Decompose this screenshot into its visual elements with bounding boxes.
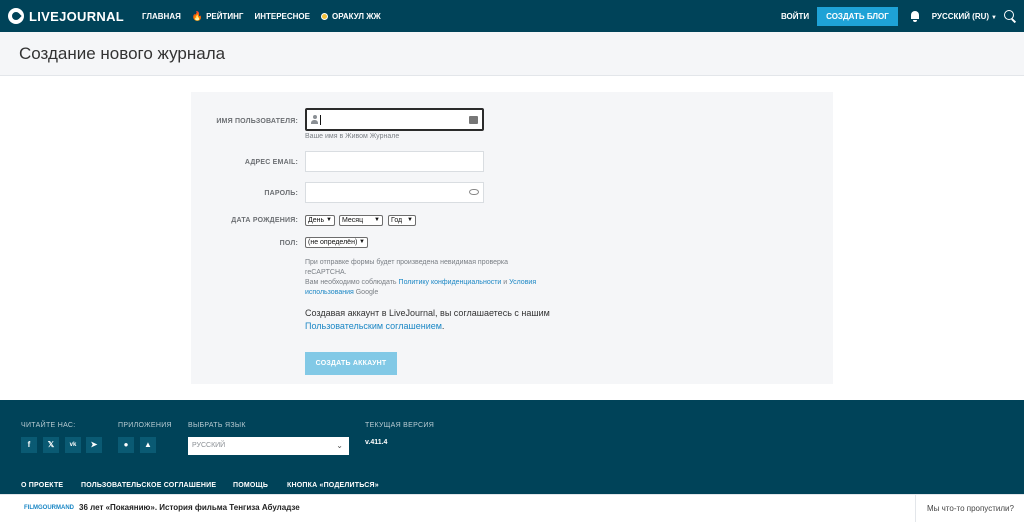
show-password-icon[interactable]: [469, 189, 479, 195]
language-switcher[interactable]: РУССКИЙ (RU) ▼: [932, 12, 997, 21]
telegram-icon[interactable]: ➤: [86, 437, 102, 453]
nav-rating-label: РЕЙТИНГ: [206, 11, 244, 21]
android-icon[interactable]: ▲: [140, 437, 156, 453]
user-agreement-link[interactable]: Пользовательским соглашением: [305, 321, 442, 331]
apps-heading: ПРИЛОЖЕНИЯ: [118, 422, 172, 429]
did-we-miss-link[interactable]: Мы что-то пропустили?: [915, 495, 1024, 522]
user-icon: [311, 115, 318, 124]
autofill-card-icon[interactable]: [469, 116, 478, 124]
chevron-down-icon: ▼: [374, 217, 380, 223]
nav-oracle-label: ОРАКУЛ ЖЖ: [331, 11, 381, 21]
footer-link-share-button[interactable]: КНОПКА «ПОДЕЛИТЬСЯ»: [287, 482, 379, 489]
bell-icon[interactable]: [910, 10, 920, 22]
gender-select[interactable]: (не определён) ▼: [305, 237, 368, 248]
read-us-heading: ЧИТАЙТЕ НАС:: [21, 422, 76, 429]
news-strip: FILMGOURMAND 36 лет «Покаянию». История …: [0, 494, 1024, 522]
privacy-policy-link[interactable]: Политику конфиденциальности: [399, 279, 502, 286]
language-select[interactable]: РУССКИЙ ⌄: [188, 437, 349, 455]
footer: ЧИТАЙТЕ НАС: ПРИЛОЖЕНИЯ ВЫБРАТЬ ЯЗЫК ТЕК…: [0, 400, 1024, 494]
password-label: ПАРОЛЬ:: [264, 190, 298, 197]
caret-down-icon: ▼: [991, 14, 997, 21]
current-version-heading: ТЕКУЩАЯ ВЕРСИЯ: [365, 422, 435, 429]
nav-oracle[interactable]: ОРАКУЛ ЖЖ: [320, 11, 381, 22]
nav-rating[interactable]: 🔥 РЕЙТИНГ: [192, 11, 244, 22]
logo-text: LIVEJOURNAL: [29, 8, 125, 24]
create-blog-button[interactable]: СОЗДАТЬ БЛОГ: [817, 6, 898, 26]
username-label: ИМЯ ПОЛЬЗОВАТЕЛЯ:: [216, 118, 298, 125]
agreement-text: Создавая аккаунт в LiveJournal, вы согла…: [305, 307, 555, 333]
fire-icon: 🔥: [191, 10, 204, 21]
top-navbar: LIVEJOURNAL ГЛАВНАЯ 🔥 РЕЙТИНГ ИНТЕРЕСНОЕ …: [0, 0, 1024, 32]
title-band: Создание нового журнала: [0, 32, 1024, 76]
livejournal-logo-icon: [8, 8, 24, 24]
gender-label: ПОЛ:: [279, 240, 298, 247]
chevron-down-icon: ▼: [359, 239, 365, 245]
recaptcha-text-2: Вам необходимо соблюдать: [305, 279, 399, 286]
email-label: АДРЕС EMAIL:: [244, 159, 298, 166]
language-label: РУССКИЙ (RU): [931, 11, 990, 21]
version-number: v.411.4: [365, 439, 388, 446]
email-input[interactable]: [305, 151, 484, 172]
signup-form: ИМЯ ПОЛЬЗОВАТЕЛЯ: Ваше имя в Живом Журна…: [191, 92, 833, 384]
oracle-icon: [320, 12, 328, 20]
choose-language-heading: ВЫБРАТЬ ЯЗЫК: [188, 422, 246, 429]
recaptcha-google: Google: [353, 289, 379, 296]
birth-year-value: Год: [391, 217, 403, 224]
news-source[interactable]: FILMGOURMAND: [24, 505, 74, 511]
birth-year-select[interactable]: Год ▼: [388, 215, 416, 226]
chevron-down-icon: ▼: [407, 217, 413, 223]
search-icon[interactable]: [1004, 10, 1016, 22]
birth-month-select[interactable]: Месяц ▼: [339, 215, 383, 226]
nav-interesting[interactable]: ИНТЕРЕСНОЕ: [254, 11, 310, 22]
gender-value: (не определён): [308, 239, 358, 246]
footer-link-help[interactable]: ПОМОЩЬ: [233, 482, 268, 489]
login-link[interactable]: ВОЙТИ: [781, 12, 809, 21]
language-select-value: РУССКИЙ: [192, 442, 226, 449]
footer-link-about[interactable]: О ПРОЕКТЕ: [21, 482, 63, 489]
page-title: Создание нового журнала: [19, 44, 226, 63]
recaptcha-notice: При отправке формы будет произведена нев…: [305, 258, 545, 298]
password-input[interactable]: [305, 182, 484, 203]
right-nav: ВОЙТИ СОЗДАТЬ БЛОГ РУССКИЙ (RU) ▼: [781, 6, 1024, 26]
birthday-label: ДАТА РОЖДЕНИЯ:: [231, 217, 298, 224]
nav-home[interactable]: ГЛАВНАЯ: [142, 11, 181, 22]
news-title[interactable]: 36 лет «Покаянию». История фильма Тенгиз…: [79, 503, 300, 512]
username-input[interactable]: [305, 108, 484, 131]
facebook-icon[interactable]: f: [21, 437, 37, 453]
birth-month-value: Месяц: [342, 217, 364, 224]
birth-day-select[interactable]: День ▼: [305, 215, 335, 226]
username-hint: Ваше имя в Живом Журнале: [305, 133, 400, 140]
apple-icon[interactable]: ●: [118, 437, 134, 453]
footer-link-user-agreement[interactable]: ПОЛЬЗОВАТЕЛЬСКОЕ СОГЛАШЕНИЕ: [81, 482, 216, 489]
chevron-down-icon: ⌄: [336, 441, 343, 450]
recaptcha-and: и: [501, 279, 510, 286]
create-account-button[interactable]: СОЗДАТЬ АККАУНТ: [305, 352, 397, 375]
recaptcha-text: При отправке формы будет произведена нев…: [305, 259, 509, 276]
agreement-end: .: [441, 321, 445, 331]
text-cursor: [320, 115, 321, 125]
vk-icon[interactable]: vk: [65, 437, 81, 453]
logo[interactable]: LIVEJOURNAL: [8, 8, 124, 24]
main-nav: ГЛАВНАЯ 🔥 РЕЙТИНГ ИНТЕРЕСНОЕ ОРАКУЛ ЖЖ: [142, 11, 392, 22]
birth-day-value: День: [308, 217, 325, 224]
twitter-icon[interactable]: 𝕏: [43, 437, 59, 453]
chevron-down-icon: ▼: [326, 217, 332, 223]
agreement-intro: Создавая аккаунт в LiveJournal, вы согла…: [305, 308, 550, 318]
